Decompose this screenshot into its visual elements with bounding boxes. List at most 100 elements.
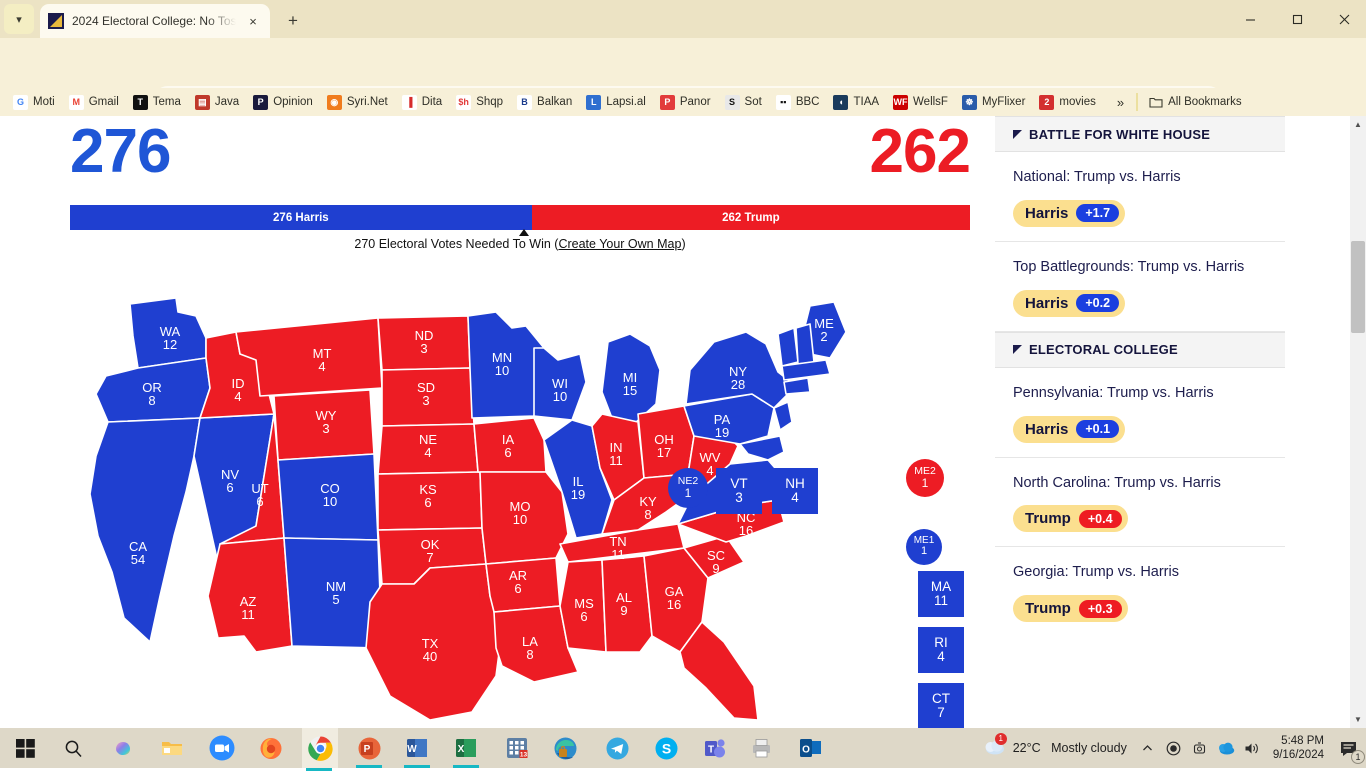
new-tab-button[interactable]: + xyxy=(280,8,306,34)
bookmark-item-tiaa[interactable]: ◖ TIAA xyxy=(826,91,886,113)
tab-search-button[interactable]: ▾ xyxy=(4,4,34,34)
skype-icon[interactable]: S xyxy=(649,731,683,765)
calendar-icon[interactable]: 13 xyxy=(500,731,534,765)
bookmark-favicon-icon: ◉ xyxy=(326,94,342,110)
state-NJ-shape xyxy=(773,401,793,431)
bookmarks-divider xyxy=(1136,93,1139,111)
state-box-ME2[interactable]: ME2 1 xyxy=(906,459,944,497)
state-box-VT[interactable]: VT 3 xyxy=(716,468,762,514)
scrollbar-thumb[interactable] xyxy=(1351,241,1365,333)
state-code: NH xyxy=(785,475,805,491)
copilot-icon[interactable] xyxy=(106,731,140,765)
poll-item[interactable]: Georgia: Trump vs. Harris Trump +0.3 xyxy=(995,547,1285,636)
poll-question[interactable]: Pennsylvania: Trump vs. Harris xyxy=(1013,384,1267,403)
bookmark-label: MyFlixer xyxy=(981,96,1026,108)
state-box-NE2[interactable]: NE2 1 xyxy=(668,468,708,508)
search-icon[interactable] xyxy=(56,731,90,765)
scroll-down-arrow[interactable]: ▼ xyxy=(1350,711,1366,728)
collapse-triangle-icon xyxy=(1013,129,1022,139)
bookmark-label: TIAA xyxy=(853,96,880,108)
state-box-MA[interactable]: MA 11 xyxy=(918,571,964,617)
bookmark-favicon-icon: WF xyxy=(893,94,909,110)
state-box-ME1[interactable]: ME1 1 xyxy=(906,529,942,565)
excel-icon[interactable]: X xyxy=(449,731,483,768)
bookmark-item-sot[interactable]: S Sot xyxy=(718,91,769,113)
bookmark-favicon-icon: L xyxy=(586,94,602,110)
notification-count: 1 xyxy=(1351,750,1365,764)
window-minimize-button[interactable] xyxy=(1228,4,1272,34)
bookmark-item-syri-net[interactable]: ◉ Syri.Net xyxy=(320,91,395,113)
state-box-NH[interactable]: NH 4 xyxy=(772,468,818,514)
state-ND xyxy=(377,315,471,371)
state-code: MA xyxy=(930,578,952,594)
bookmark-item-panor[interactable]: P Panor xyxy=(653,91,718,113)
bookmark-item-gmail[interactable]: M Gmail xyxy=(62,91,126,113)
notifications-button[interactable]: 1 xyxy=(1332,728,1366,768)
scroll-up-arrow[interactable]: ▲ xyxy=(1350,116,1366,133)
bookmarks-bar: G Moti M Gmail T Tema ▤ Java P Opinion ◉ Syri.Net ▐ D… xyxy=(0,88,1366,116)
bookmarks-overflow-button[interactable]: » xyxy=(1109,95,1132,110)
sidebar-section-header[interactable]: BATTLE FOR WHITE HOUSE xyxy=(995,116,1285,152)
state-FL xyxy=(679,621,759,721)
bookmark-item-moti[interactable]: G Moti xyxy=(6,91,62,113)
poll-item[interactable]: North Carolina: Trump vs. Harris Trump +0.… xyxy=(995,458,1285,548)
bookmark-item-dita[interactable]: ▐ Dita xyxy=(395,91,449,113)
bookmark-item-tema[interactable]: T Tema xyxy=(126,91,188,113)
bookmark-item-java[interactable]: ▤ Java xyxy=(188,91,246,113)
bookmark-item-shqp[interactable]: $h Shqp xyxy=(449,91,510,113)
all-bookmarks-button[interactable]: All Bookmarks xyxy=(1142,93,1248,112)
file-explorer-icon[interactable] xyxy=(155,731,189,765)
browser-tab[interactable]: 2024 Electoral College: No Toss- × xyxy=(40,4,270,38)
electoral-map[interactable]: WA 12 OR 8 CA 54 NV 6 ID 4 MT 4 WY 3 UT 6 AZ 11 C… xyxy=(78,296,978,728)
state-box-CT[interactable]: CT 7 xyxy=(918,683,964,728)
bookmark-favicon-icon: M xyxy=(68,94,84,110)
zoom-icon[interactable] xyxy=(205,731,239,765)
camera-privacy-icon[interactable] xyxy=(1187,728,1213,768)
state-CO xyxy=(277,453,379,541)
svg-text:S: S xyxy=(661,740,670,756)
collapse-triangle-icon xyxy=(1013,345,1022,355)
word-icon[interactable]: W xyxy=(400,731,434,768)
teams-icon[interactable]: T xyxy=(698,731,732,765)
onedrive-cloud-icon[interactable] xyxy=(1213,728,1239,768)
bookmark-item-bbc[interactable]: ▪▪ BBC xyxy=(769,91,827,113)
bookmark-item-opinion[interactable]: P Opinion xyxy=(246,91,320,113)
bookmark-item-balkan[interactable]: B Balkan xyxy=(510,91,579,113)
poll-item[interactable]: Top Battlegrounds: Trump vs. Harris Harri… xyxy=(995,242,1285,332)
powerpoint-icon[interactable]: P xyxy=(352,731,386,768)
bookmark-item-wellsf[interactable]: WF WellsF xyxy=(886,91,955,113)
window-maximize-button[interactable] xyxy=(1275,4,1319,34)
poll-question[interactable]: National: Trump vs. Harris xyxy=(1013,168,1267,187)
bookmark-item-lapsi-al[interactable]: L Lapsi.al xyxy=(579,91,653,113)
recording-indicator-icon[interactable] xyxy=(1161,728,1187,768)
close-icon[interactable]: × xyxy=(244,12,262,30)
printer-icon[interactable] xyxy=(745,731,779,765)
volume-icon[interactable] xyxy=(1239,728,1265,768)
poll-item[interactable]: National: Trump vs. Harris Harris +1.7 xyxy=(995,152,1285,242)
show-hidden-icons-chevron-icon[interactable] xyxy=(1135,728,1161,768)
sidebar-section-header[interactable]: ELECTORAL COLLEGE xyxy=(995,331,1285,368)
poll-item[interactable]: Pennsylvania: Trump vs. Harris Harris +0.1 xyxy=(995,368,1285,458)
bookmark-label: Lapsi.al xyxy=(606,96,646,108)
outlook-icon[interactable]: O xyxy=(793,731,827,765)
telegram-icon[interactable] xyxy=(600,731,634,765)
poll-question[interactable]: Georgia: Trump vs. Harris xyxy=(1013,563,1267,582)
page-scrollbar[interactable]: ▲ ▼ xyxy=(1350,116,1366,728)
poll-question[interactable]: Top Battlegrounds: Trump vs. Harris xyxy=(1013,258,1267,277)
edge-icon[interactable] xyxy=(548,731,582,765)
poll-leader-pill: Harris +0.2 xyxy=(1013,289,1126,317)
clock[interactable]: 5:48 PM 9/16/2024 xyxy=(1265,734,1332,763)
firefox-icon[interactable] xyxy=(254,731,288,765)
create-your-own-map-link[interactable]: Create Your Own Map xyxy=(558,237,681,251)
poll-question[interactable]: North Carolina: Trump vs. Harris xyxy=(1013,474,1267,493)
chrome-icon[interactable] xyxy=(302,728,338,771)
start-button[interactable] xyxy=(8,731,42,765)
system-tray: 1 22°C Mostly cloudy 5:48 PM 9/16/2024 1 xyxy=(978,728,1366,768)
state-MS xyxy=(559,559,607,653)
state-box-RI[interactable]: RI 4 xyxy=(918,627,964,673)
window-close-button[interactable] xyxy=(1322,4,1366,34)
bookmark-item-movies[interactable]: 2 movies xyxy=(1032,91,1102,113)
weather-widget[interactable]: 1 22°C Mostly cloudy xyxy=(978,732,1135,761)
state-NH-shape xyxy=(795,323,815,365)
bookmark-item-myflixer[interactable]: ☸ MyFlixer xyxy=(955,91,1032,113)
